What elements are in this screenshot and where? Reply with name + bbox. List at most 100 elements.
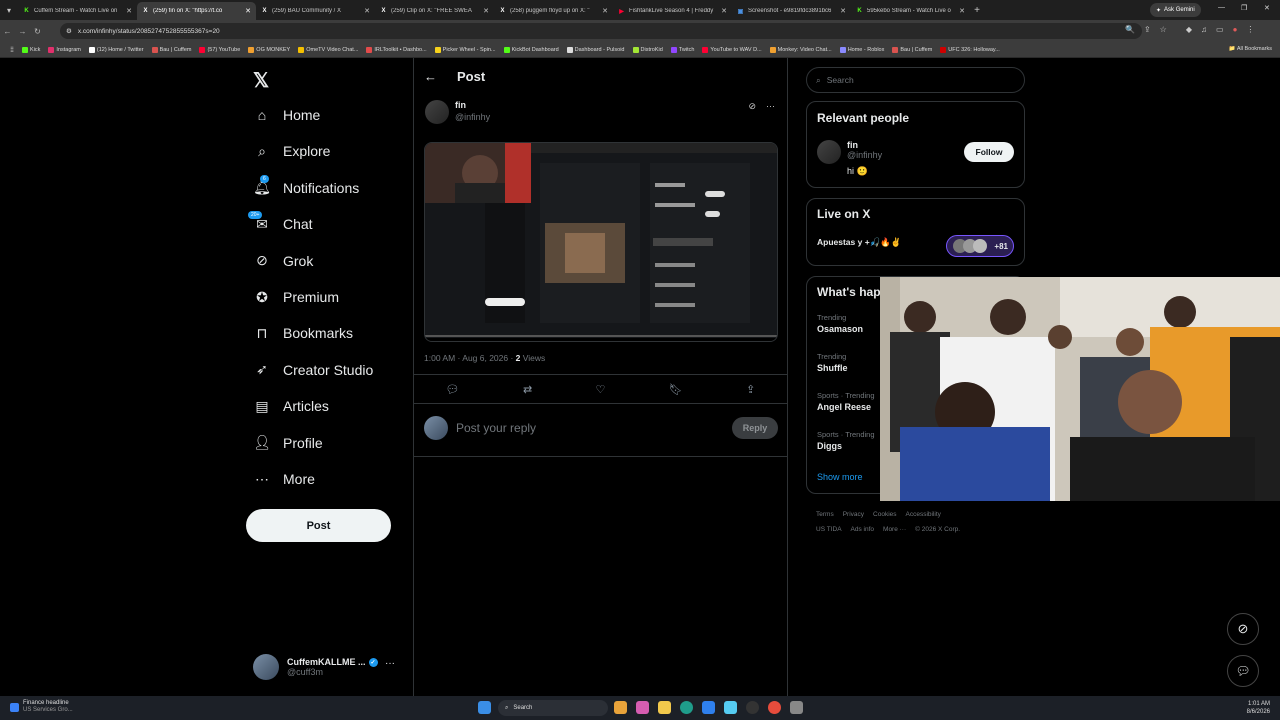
bookmark-item[interactable]: Picker Wheel - Spin... — [431, 46, 500, 53]
author-handle[interactable]: @infinhy — [455, 112, 490, 122]
back-arrow-icon[interactable]: ← — [424, 69, 437, 84]
nav-item-articles[interactable]: ▤ Articles — [254, 396, 329, 416]
x-logo-icon[interactable]: 𝕏 — [253, 68, 269, 93]
app-icon[interactable] — [702, 701, 715, 714]
browser-tab[interactable]: X (258) puggem floyd up on X: " ✕ — [494, 2, 613, 20]
bookmark-item[interactable]: Twitch — [667, 46, 699, 53]
browser-tab[interactable]: X (259) Clip on X: "FREE SWEA ✕ — [375, 2, 494, 20]
nav-item-creator-studio[interactable]: ➶ Creator Studio — [254, 360, 373, 380]
post-button[interactable]: Post — [246, 509, 391, 542]
file-explorer-icon[interactable] — [614, 701, 627, 714]
bookmark-item[interactable]: KickBot Dashboard — [500, 46, 563, 53]
media-icon[interactable]: ♫ — [1201, 25, 1207, 34]
browser-menu-icon[interactable]: ⋮ — [1246, 25, 1254, 34]
bookmark-item[interactable]: Home - Roblox — [836, 46, 889, 53]
browser-tab[interactable]: X (259) BAU Community / X ✕ — [256, 2, 375, 20]
show-more-link[interactable]: Show more — [817, 472, 863, 482]
bookmark-item[interactable]: YouTube to WAV D... — [698, 46, 765, 53]
trend-item[interactable]: Sports · Trending Diggs — [817, 430, 875, 451]
star-icon[interactable]: ☆ — [1160, 25, 1167, 34]
like-icon[interactable]: ♡ — [596, 383, 606, 396]
bookmark-item[interactable]: OG MONKEY — [244, 46, 294, 53]
nav-item-more[interactable]: ⋯ More — [254, 469, 315, 489]
close-tab-icon[interactable]: ✕ — [245, 7, 251, 15]
site-info-icon[interactable]: ⚙ — [66, 27, 72, 35]
close-tab-icon[interactable]: ✕ — [483, 7, 489, 15]
bookmark-item[interactable]: IRLToolkit • Dashbo... — [362, 46, 430, 53]
author-name[interactable]: fin — [455, 100, 490, 110]
live-listeners-pill[interactable]: +81 — [946, 235, 1014, 257]
browser-tab[interactable]: K Cuffem Stream - Watch Live on ✕ — [18, 2, 137, 20]
grok-icon[interactable]: ⊘ — [748, 101, 756, 112]
nav-item-chat[interactable]: ✉ 20+ Chat — [248, 211, 313, 234]
forward-icon[interactable]: → — [15, 27, 30, 36]
close-tab-icon[interactable]: ✕ — [840, 7, 846, 15]
bookmark-item[interactable]: Bau | Cuffem — [888, 46, 936, 53]
reply-input[interactable]: Post your reply — [456, 421, 724, 435]
app-icon[interactable] — [658, 701, 671, 714]
grok-float-button[interactable]: ⊘ — [1227, 613, 1259, 645]
news-widget[interactable]: Finance headline US Services Gro... — [10, 700, 73, 714]
nav-item-bookmarks[interactable]: ⊓ Bookmarks — [254, 323, 354, 343]
app-icon[interactable] — [636, 701, 649, 714]
profile-avatar-icon[interactable]: ● — [1233, 25, 1238, 34]
post-timestamp[interactable]: 1:00 AM · Aug 6, 2026 · — [424, 353, 516, 363]
share-icon[interactable]: ⇪ — [1144, 25, 1151, 34]
footer-link[interactable]: Ads info — [851, 526, 875, 533]
live-stream-title[interactable]: Apuestas y +🎣🔥✌️ — [817, 237, 901, 248]
bookmark-item[interactable]: Monkey: Video Chat... — [766, 46, 836, 53]
account-switcher[interactable]: CuffemKALLME ... ✓ @cuff3m ··· — [253, 654, 403, 680]
account-more-icon[interactable]: ··· — [385, 658, 395, 669]
apps-icon[interactable]: ⣿ — [6, 47, 18, 53]
reload-icon[interactable]: ↻ — [30, 27, 45, 36]
footer-link[interactable]: More ··· — [883, 526, 906, 533]
bookmark-item[interactable]: Instagram — [44, 46, 84, 53]
share-icon[interactable]: ⇪ — [746, 383, 755, 396]
footer-link[interactable]: © 2026 X Corp. — [915, 526, 960, 533]
footer-link[interactable]: Cookies — [873, 511, 896, 518]
trend-item[interactable]: Trending Osamason — [817, 313, 863, 334]
ask-gemini-button[interactable]: ✦ Ask Gemini — [1150, 3, 1201, 17]
start-icon[interactable] — [478, 701, 491, 714]
repost-icon[interactable]: ⇄ — [523, 383, 532, 396]
edge-icon[interactable] — [680, 701, 693, 714]
post-media-video[interactable] — [424, 142, 778, 342]
close-tab-icon[interactable]: ✕ — [721, 7, 727, 15]
reply-icon[interactable]: 💬︎ — [446, 383, 460, 396]
sidepanel-icon[interactable]: ▭ — [1216, 25, 1224, 34]
footer-link[interactable]: Privacy — [843, 511, 864, 518]
settings-icon[interactable] — [790, 701, 803, 714]
bookmark-item[interactable]: (12) Home / Twitter — [85, 46, 148, 53]
chat-float-button[interactable]: 💬︎ — [1227, 655, 1259, 687]
author-avatar[interactable] — [425, 100, 449, 124]
bookmark-item[interactable]: OmeTV Video Chat... — [294, 46, 362, 53]
close-tab-icon[interactable]: ✕ — [126, 7, 132, 15]
person-handle[interactable]: @infinhy — [847, 150, 882, 160]
new-tab-button[interactable]: + — [970, 5, 984, 16]
bookmark-item[interactable]: UFC 326: Holloway... — [936, 46, 1004, 53]
nav-item-home[interactable]: ⌂ Home — [254, 105, 321, 125]
nav-item-notifications[interactable]: 🔔︎ 6 Notifications — [253, 174, 359, 198]
trend-item[interactable]: Trending Shuffle — [817, 352, 848, 373]
nav-item-grok[interactable]: ⊘ Grok — [254, 251, 313, 271]
minimize-icon[interactable]: — — [1218, 4, 1225, 11]
url-bar[interactable]: ⚙ x.com/infinhy/status/20852747528555553… — [60, 23, 1142, 39]
trend-item[interactable]: Sports · Trending Angel Reese — [817, 391, 875, 412]
clock[interactable]: 1:01 AM 8/6/2026 — [1247, 700, 1270, 716]
maximize-icon[interactable]: ❐ — [1241, 4, 1247, 12]
bookmark-icon[interactable]: 🔖︎ — [669, 383, 683, 396]
browser-tab[interactable]: X (259) fin on X: "https://t.co ✕ — [137, 2, 256, 20]
app-icon[interactable] — [724, 701, 737, 714]
app-icon[interactable] — [746, 701, 759, 714]
reply-button[interactable]: Reply — [732, 417, 778, 439]
footer-link[interactable]: Terms — [816, 511, 834, 518]
chrome-icon[interactable] — [768, 701, 781, 714]
bookmark-item[interactable]: Kick — [18, 46, 44, 53]
footer-link[interactable]: Accessibility — [906, 511, 941, 518]
search-input[interactable]: Search — [827, 75, 854, 85]
all-bookmarks-button[interactable]: 📁 All Bookmarks — [1229, 46, 1272, 52]
nav-item-explore[interactable]: ⌕ Explore — [254, 141, 330, 161]
browser-tab[interactable]: ▶ FishtankLive Season 4 | Freddy ✕ — [613, 2, 732, 20]
bookmark-item[interactable]: DistroKid — [629, 46, 667, 53]
search-box[interactable]: ⌕ Search — [806, 67, 1025, 93]
